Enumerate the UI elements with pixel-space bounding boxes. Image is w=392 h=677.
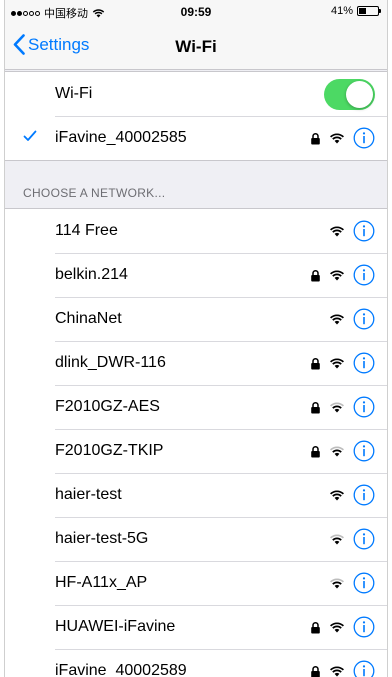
navigation-bar: Settings Wi-Fi <box>5 24 387 70</box>
network-row[interactable]: iFavine_40002589 <box>5 649 387 677</box>
network-list: 114 Free belkin.214 ChinaNet dlink_DWR-116 F… <box>5 208 387 677</box>
network-icons <box>310 385 375 429</box>
battery-icon <box>357 6 381 16</box>
network-name: F2010GZ-TKIP <box>55 442 164 459</box>
page-title: Wi-Fi <box>175 37 217 56</box>
lock-icon <box>311 621 320 633</box>
network-name: dlink_DWR-116 <box>55 354 166 371</box>
info-icon[interactable] <box>353 440 375 462</box>
connected-network-row[interactable]: iFavine_40002585 <box>5 116 387 160</box>
wifi-toggle-switch[interactable] <box>324 79 375 110</box>
network-name: ChinaNet <box>55 310 122 327</box>
network-icons <box>310 517 375 561</box>
wifi-icon <box>330 622 344 633</box>
network-name: F2010GZ-AES <box>55 398 160 415</box>
network-icons <box>310 649 375 677</box>
network-row[interactable]: belkin.214 <box>5 253 387 297</box>
wifi-icon <box>330 270 344 281</box>
wifi-icon <box>330 666 344 677</box>
network-row[interactable]: F2010GZ-AES <box>5 385 387 429</box>
network-icons <box>310 429 375 473</box>
network-name: HF-A11x_AP <box>55 574 148 591</box>
network-name: haier-test-5G <box>55 530 149 547</box>
info-icon[interactable] <box>353 220 375 242</box>
wifi-toggle-row: Wi-Fi <box>5 72 387 116</box>
info-icon[interactable] <box>353 660 375 677</box>
info-icon[interactable] <box>353 352 375 374</box>
wifi-icon <box>330 358 344 369</box>
wifi-toggle-label: Wi-Fi <box>55 85 93 102</box>
network-name: iFavine_40002589 <box>55 662 187 677</box>
info-icon[interactable] <box>353 264 375 286</box>
status-time: 09:59 <box>180 5 212 19</box>
network-name: 114 Free <box>55 222 118 239</box>
network-icons <box>310 341 375 385</box>
wifi-icon <box>330 446 344 457</box>
battery-percent: 41% <box>330 5 353 17</box>
info-icon[interactable] <box>353 308 375 330</box>
wifi-icon <box>330 490 344 501</box>
network-row[interactable]: 114 Free <box>5 209 387 253</box>
network-icons <box>310 561 375 605</box>
network-row[interactable]: haier-test <box>5 473 387 517</box>
network-name: belkin.214 <box>55 266 128 283</box>
info-icon[interactable] <box>353 616 375 638</box>
info-icon[interactable] <box>353 528 375 550</box>
checkmark-icon <box>23 130 37 141</box>
info-icon[interactable] <box>353 572 375 594</box>
network-icons <box>310 253 375 297</box>
network-icons <box>310 116 375 160</box>
wifi-icon <box>330 133 344 144</box>
lock-icon <box>311 269 320 281</box>
wifi-icon <box>330 314 344 325</box>
network-icons <box>310 209 375 253</box>
connected-network-name: iFavine_40002585 <box>55 129 187 146</box>
lock-icon <box>311 401 320 413</box>
section-header: CHOOSE A NETWORK... <box>23 186 166 200</box>
network-row[interactable]: HUAWEI-iFavine <box>5 605 387 649</box>
network-row[interactable]: ChinaNet <box>5 297 387 341</box>
wifi-icon <box>330 402 344 413</box>
wifi-icon <box>330 226 344 237</box>
network-icons <box>310 297 375 341</box>
network-name: HUAWEI-iFavine <box>55 618 176 635</box>
wifi-icon <box>330 578 344 589</box>
wifi-status-group: Wi-Fi iFavine_40002585 <box>5 71 387 161</box>
lock-icon <box>311 445 320 457</box>
lock-icon <box>311 665 320 677</box>
lock-icon <box>311 357 320 369</box>
phone-screen: 中国移动 09:59 41% Settings Wi-Fi Wi-Fi iFav… <box>4 0 388 677</box>
network-row[interactable]: F2010GZ-TKIP <box>5 429 387 473</box>
network-row[interactable]: haier-test-5G <box>5 517 387 561</box>
network-row[interactable]: dlink_DWR-116 <box>5 341 387 385</box>
lock-icon <box>311 132 320 144</box>
network-icons <box>310 605 375 649</box>
info-icon[interactable] <box>353 127 375 149</box>
network-row[interactable]: HF-A11x_AP <box>5 561 387 605</box>
info-icon[interactable] <box>353 484 375 506</box>
info-icon[interactable] <box>353 396 375 418</box>
network-name: haier-test <box>55 486 122 503</box>
network-icons <box>310 473 375 517</box>
wifi-icon <box>330 534 344 545</box>
status-right: 41% <box>330 5 381 17</box>
status-bar: 中国移动 09:59 41% <box>5 0 387 24</box>
